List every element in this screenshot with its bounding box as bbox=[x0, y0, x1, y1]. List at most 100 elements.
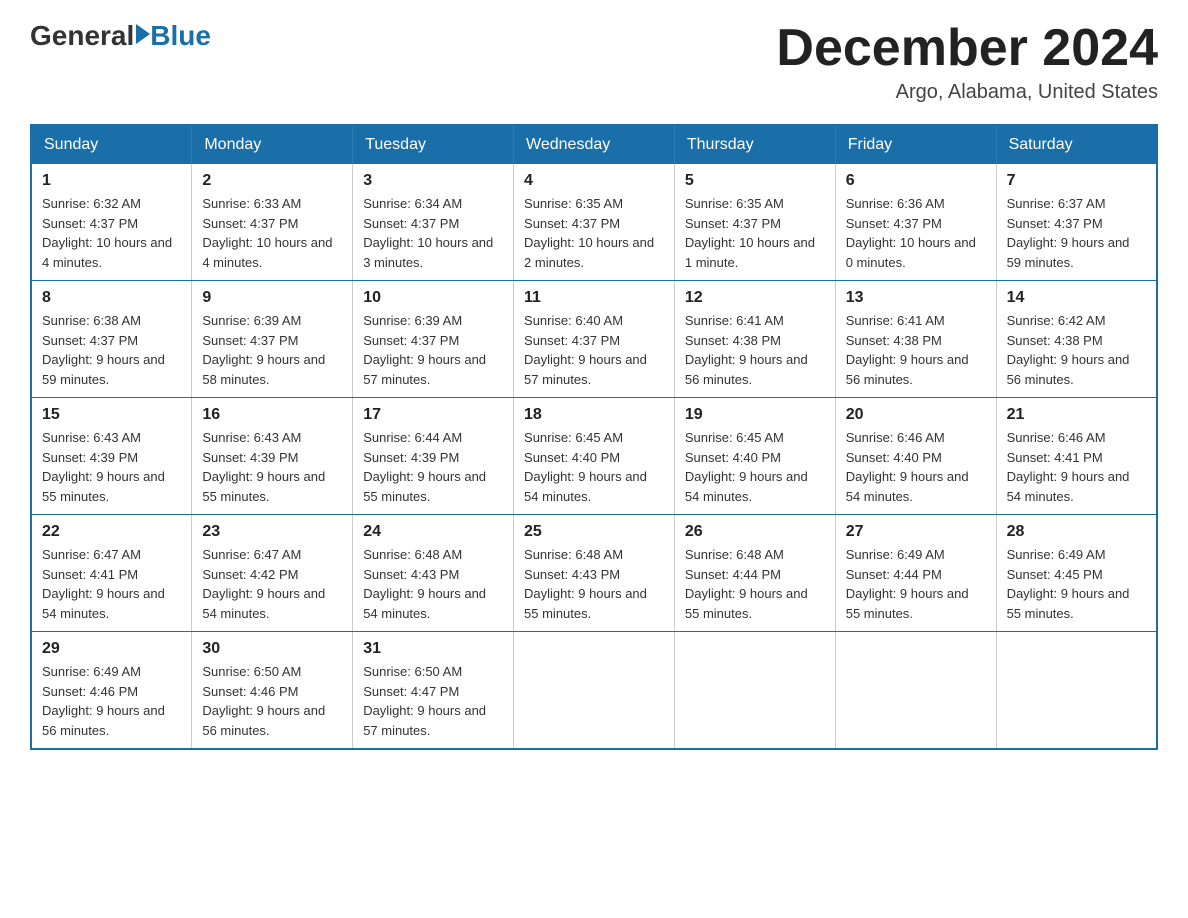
day-number: 14 bbox=[1007, 289, 1146, 307]
table-cell: 10 Sunrise: 6:39 AM Sunset: 4:37 PM Dayl… bbox=[353, 281, 514, 398]
table-cell: 20 Sunrise: 6:46 AM Sunset: 4:40 PM Dayl… bbox=[835, 398, 996, 515]
table-cell: 12 Sunrise: 6:41 AM Sunset: 4:38 PM Dayl… bbox=[674, 281, 835, 398]
day-info: Sunrise: 6:48 AM Sunset: 4:43 PM Dayligh… bbox=[524, 545, 664, 623]
logo-blue-text: Blue bbox=[150, 20, 211, 52]
day-number: 5 bbox=[685, 172, 825, 190]
day-info: Sunrise: 6:39 AM Sunset: 4:37 PM Dayligh… bbox=[202, 311, 342, 389]
day-info: Sunrise: 6:45 AM Sunset: 4:40 PM Dayligh… bbox=[685, 428, 825, 506]
day-info: Sunrise: 6:37 AM Sunset: 4:37 PM Dayligh… bbox=[1007, 194, 1146, 272]
table-cell: 30 Sunrise: 6:50 AM Sunset: 4:46 PM Dayl… bbox=[192, 632, 353, 750]
day-info: Sunrise: 6:42 AM Sunset: 4:38 PM Dayligh… bbox=[1007, 311, 1146, 389]
day-info: Sunrise: 6:39 AM Sunset: 4:37 PM Dayligh… bbox=[363, 311, 503, 389]
day-number: 15 bbox=[42, 406, 181, 424]
table-cell: 21 Sunrise: 6:46 AM Sunset: 4:41 PM Dayl… bbox=[996, 398, 1157, 515]
col-thursday: Thursday bbox=[674, 125, 835, 164]
table-cell: 14 Sunrise: 6:42 AM Sunset: 4:38 PM Dayl… bbox=[996, 281, 1157, 398]
day-number: 28 bbox=[1007, 523, 1146, 541]
table-cell: 7 Sunrise: 6:37 AM Sunset: 4:37 PM Dayli… bbox=[996, 164, 1157, 281]
table-cell: 15 Sunrise: 6:43 AM Sunset: 4:39 PM Dayl… bbox=[31, 398, 192, 515]
day-info: Sunrise: 6:46 AM Sunset: 4:40 PM Dayligh… bbox=[846, 428, 986, 506]
col-friday: Friday bbox=[835, 125, 996, 164]
day-info: Sunrise: 6:44 AM Sunset: 4:39 PM Dayligh… bbox=[363, 428, 503, 506]
day-number: 29 bbox=[42, 640, 181, 658]
calendar-header-row: Sunday Monday Tuesday Wednesday Thursday… bbox=[31, 125, 1157, 164]
table-cell bbox=[996, 632, 1157, 750]
col-wednesday: Wednesday bbox=[514, 125, 675, 164]
day-info: Sunrise: 6:33 AM Sunset: 4:37 PM Dayligh… bbox=[202, 194, 342, 272]
day-number: 1 bbox=[42, 172, 181, 190]
day-info: Sunrise: 6:45 AM Sunset: 4:40 PM Dayligh… bbox=[524, 428, 664, 506]
day-number: 3 bbox=[363, 172, 503, 190]
day-info: Sunrise: 6:36 AM Sunset: 4:37 PM Dayligh… bbox=[846, 194, 986, 272]
day-info: Sunrise: 6:48 AM Sunset: 4:44 PM Dayligh… bbox=[685, 545, 825, 623]
day-number: 27 bbox=[846, 523, 986, 541]
day-number: 22 bbox=[42, 523, 181, 541]
table-cell: 13 Sunrise: 6:41 AM Sunset: 4:38 PM Dayl… bbox=[835, 281, 996, 398]
table-cell: 25 Sunrise: 6:48 AM Sunset: 4:43 PM Dayl… bbox=[514, 515, 675, 632]
day-info: Sunrise: 6:41 AM Sunset: 4:38 PM Dayligh… bbox=[846, 311, 986, 389]
table-cell: 2 Sunrise: 6:33 AM Sunset: 4:37 PM Dayli… bbox=[192, 164, 353, 281]
day-info: Sunrise: 6:49 AM Sunset: 4:44 PM Dayligh… bbox=[846, 545, 986, 623]
day-number: 23 bbox=[202, 523, 342, 541]
table-cell: 26 Sunrise: 6:48 AM Sunset: 4:44 PM Dayl… bbox=[674, 515, 835, 632]
day-number: 25 bbox=[524, 523, 664, 541]
calendar-week-3: 15 Sunrise: 6:43 AM Sunset: 4:39 PM Dayl… bbox=[31, 398, 1157, 515]
day-info: Sunrise: 6:41 AM Sunset: 4:38 PM Dayligh… bbox=[685, 311, 825, 389]
logo-triangle-icon bbox=[136, 24, 150, 44]
table-cell: 9 Sunrise: 6:39 AM Sunset: 4:37 PM Dayli… bbox=[192, 281, 353, 398]
day-info: Sunrise: 6:40 AM Sunset: 4:37 PM Dayligh… bbox=[524, 311, 664, 389]
calendar-week-4: 22 Sunrise: 6:47 AM Sunset: 4:41 PM Dayl… bbox=[31, 515, 1157, 632]
day-number: 18 bbox=[524, 406, 664, 424]
logo-text: General Blue bbox=[30, 20, 211, 52]
col-monday: Monday bbox=[192, 125, 353, 164]
day-number: 10 bbox=[363, 289, 503, 307]
day-number: 9 bbox=[202, 289, 342, 307]
day-info: Sunrise: 6:49 AM Sunset: 4:45 PM Dayligh… bbox=[1007, 545, 1146, 623]
day-info: Sunrise: 6:50 AM Sunset: 4:46 PM Dayligh… bbox=[202, 662, 342, 740]
col-sunday: Sunday bbox=[31, 125, 192, 164]
location-text: Argo, Alabama, United States bbox=[776, 81, 1158, 104]
col-saturday: Saturday bbox=[996, 125, 1157, 164]
day-info: Sunrise: 6:46 AM Sunset: 4:41 PM Dayligh… bbox=[1007, 428, 1146, 506]
table-cell: 18 Sunrise: 6:45 AM Sunset: 4:40 PM Dayl… bbox=[514, 398, 675, 515]
table-cell: 6 Sunrise: 6:36 AM Sunset: 4:37 PM Dayli… bbox=[835, 164, 996, 281]
day-info: Sunrise: 6:47 AM Sunset: 4:41 PM Dayligh… bbox=[42, 545, 181, 623]
day-info: Sunrise: 6:35 AM Sunset: 4:37 PM Dayligh… bbox=[685, 194, 825, 272]
day-number: 24 bbox=[363, 523, 503, 541]
table-cell: 4 Sunrise: 6:35 AM Sunset: 4:37 PM Dayli… bbox=[514, 164, 675, 281]
table-cell: 16 Sunrise: 6:43 AM Sunset: 4:39 PM Dayl… bbox=[192, 398, 353, 515]
day-number: 7 bbox=[1007, 172, 1146, 190]
calendar-week-2: 8 Sunrise: 6:38 AM Sunset: 4:37 PM Dayli… bbox=[31, 281, 1157, 398]
page-header: General Blue December 2024 Argo, Alabama… bbox=[30, 20, 1158, 104]
day-info: Sunrise: 6:43 AM Sunset: 4:39 PM Dayligh… bbox=[42, 428, 181, 506]
day-info: Sunrise: 6:34 AM Sunset: 4:37 PM Dayligh… bbox=[363, 194, 503, 272]
logo-blue-part: Blue bbox=[134, 20, 211, 52]
col-tuesday: Tuesday bbox=[353, 125, 514, 164]
table-cell: 5 Sunrise: 6:35 AM Sunset: 4:37 PM Dayli… bbox=[674, 164, 835, 281]
day-number: 13 bbox=[846, 289, 986, 307]
table-cell bbox=[674, 632, 835, 750]
day-info: Sunrise: 6:50 AM Sunset: 4:47 PM Dayligh… bbox=[363, 662, 503, 740]
day-number: 26 bbox=[685, 523, 825, 541]
day-number: 17 bbox=[363, 406, 503, 424]
day-number: 6 bbox=[846, 172, 986, 190]
table-cell: 22 Sunrise: 6:47 AM Sunset: 4:41 PM Dayl… bbox=[31, 515, 192, 632]
calendar-week-1: 1 Sunrise: 6:32 AM Sunset: 4:37 PM Dayli… bbox=[31, 164, 1157, 281]
day-number: 16 bbox=[202, 406, 342, 424]
table-cell: 31 Sunrise: 6:50 AM Sunset: 4:47 PM Dayl… bbox=[353, 632, 514, 750]
day-info: Sunrise: 6:32 AM Sunset: 4:37 PM Dayligh… bbox=[42, 194, 181, 272]
table-cell: 24 Sunrise: 6:48 AM Sunset: 4:43 PM Dayl… bbox=[353, 515, 514, 632]
table-cell: 28 Sunrise: 6:49 AM Sunset: 4:45 PM Dayl… bbox=[996, 515, 1157, 632]
day-info: Sunrise: 6:49 AM Sunset: 4:46 PM Dayligh… bbox=[42, 662, 181, 740]
title-section: December 2024 Argo, Alabama, United Stat… bbox=[776, 20, 1158, 104]
table-cell: 29 Sunrise: 6:49 AM Sunset: 4:46 PM Dayl… bbox=[31, 632, 192, 750]
calendar-table: Sunday Monday Tuesday Wednesday Thursday… bbox=[30, 124, 1158, 750]
day-info: Sunrise: 6:47 AM Sunset: 4:42 PM Dayligh… bbox=[202, 545, 342, 623]
logo: General Blue bbox=[30, 20, 211, 52]
calendar-week-5: 29 Sunrise: 6:49 AM Sunset: 4:46 PM Dayl… bbox=[31, 632, 1157, 750]
table-cell bbox=[514, 632, 675, 750]
day-number: 8 bbox=[42, 289, 181, 307]
day-number: 30 bbox=[202, 640, 342, 658]
day-number: 31 bbox=[363, 640, 503, 658]
table-cell: 23 Sunrise: 6:47 AM Sunset: 4:42 PM Dayl… bbox=[192, 515, 353, 632]
